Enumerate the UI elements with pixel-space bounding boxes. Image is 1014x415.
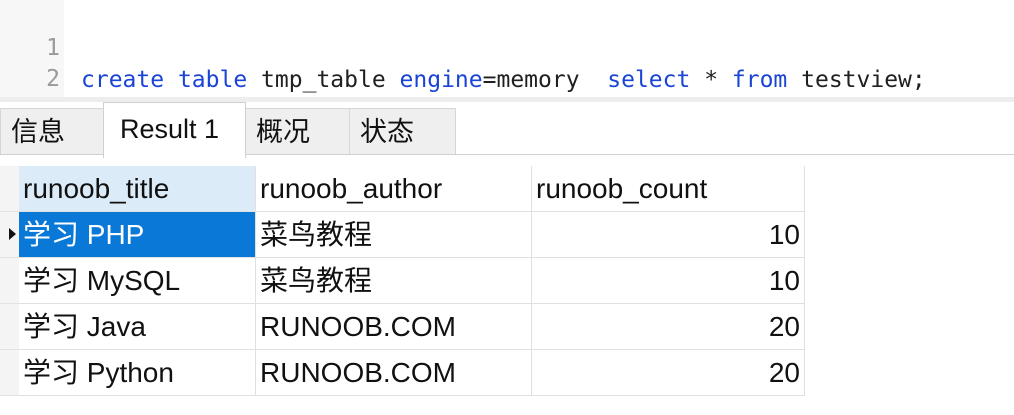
table-cell[interactable]: 菜鸟教程 [256,212,532,258]
sql-text: =memory [482,67,608,93]
row-header[interactable] [0,350,19,396]
table-cell[interactable]: RUNOOB.COM [256,350,532,396]
table-cell[interactable]: 学习 MySQL [19,258,256,304]
tab-info[interactable]: 信息 [0,108,104,155]
row-header[interactable] [0,258,19,304]
sql-text: tmp_table [247,67,400,93]
sql-keyword: engine [399,67,483,93]
code-line-1[interactable]: 1 create table tmp_table engine=memory s… [0,0,1014,93]
table-cell[interactable]: RUNOOB.COM [256,304,532,350]
line-number: 2 [46,66,60,92]
table-cell[interactable]: 学习 Java [19,304,256,350]
sql-keyword: select [607,67,691,93]
tab-profile[interactable]: 概况 [245,108,350,155]
code-line-2[interactable]: 2 select * from tmp_table; [0,31,1014,124]
result-tabbar: 信息 Result 1 概况 状态 [0,102,1014,158]
tab-label: Result 1 [120,114,220,144]
sql-keyword: create [81,67,165,93]
sql-text: * [690,67,732,93]
tab-label: 概况 [256,117,310,147]
tab-status[interactable]: 状态 [349,108,456,155]
tab-label: 信息 [11,117,65,147]
table-cell[interactable]: 10 [532,258,805,304]
table-cell[interactable]: 学习 Python [19,350,256,396]
table-cell[interactable]: 20 [532,350,805,396]
table-cell[interactable]: 10 [532,212,805,258]
sql-text: testview; [787,67,926,93]
column-header-runoob-author[interactable]: runoob_author [256,166,532,212]
row-header-corner [0,166,19,212]
column-header-runoob-title[interactable]: runoob_title [19,166,256,212]
current-row-arrow-icon [9,228,16,240]
table-cell[interactable]: 菜鸟教程 [256,258,532,304]
row-header[interactable] [0,212,19,258]
sql-keyword: from [731,67,788,93]
code-text: create table tmp_table engine=memory sel… [81,64,926,96]
table-cell[interactable]: 20 [532,304,805,350]
row-header[interactable] [0,304,19,350]
table-cell[interactable]: 学习 PHP [19,212,256,258]
sql-editor[interactable]: 1 create table tmp_table engine=memory s… [0,0,1014,124]
column-header-runoob-count[interactable]: runoob_count [532,166,805,212]
tab-result-1[interactable]: Result 1 [103,102,246,158]
tab-label: 状态 [360,117,414,147]
sql-keyword: table [177,67,248,93]
